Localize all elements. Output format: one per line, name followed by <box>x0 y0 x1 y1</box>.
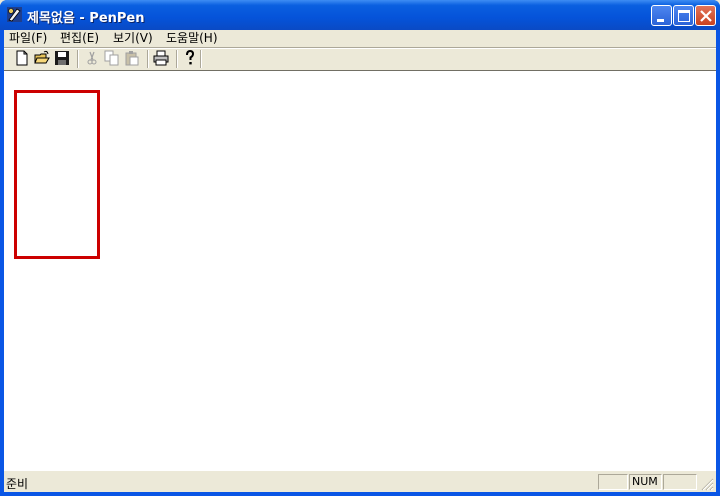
toolbar-separator <box>176 50 178 68</box>
copy-icon[interactable] <box>104 50 120 66</box>
window-title: 제목없음 - PenPen <box>27 11 145 26</box>
maximize-button[interactable] <box>673 5 694 26</box>
new-document-icon[interactable] <box>14 50 30 66</box>
drawing-canvas[interactable] <box>4 70 716 471</box>
menu-edit[interactable]: 편집(E) <box>60 30 99 46</box>
maximize-icon <box>678 10 690 22</box>
paste-icon[interactable] <box>124 50 140 66</box>
close-button[interactable] <box>695 5 716 26</box>
menu-help[interactable]: 도움말(H) <box>166 30 218 46</box>
toolbar <box>4 49 716 70</box>
cut-icon[interactable] <box>84 50 100 66</box>
menu-view[interactable]: 보기(V) <box>113 30 153 46</box>
help-icon[interactable] <box>182 50 198 66</box>
minimize-icon <box>657 19 664 22</box>
close-icon <box>700 10 712 22</box>
toolbar-separator <box>200 50 202 68</box>
app-window: 제목없음 - PenPen 파일(F) 편집(E) 보기(V) 도움말(H) 준… <box>0 0 720 496</box>
print-icon[interactable] <box>153 50 169 66</box>
status-bar: 준비 NUM <box>4 471 716 492</box>
open-folder-icon[interactable] <box>34 50 50 66</box>
title-bar[interactable]: 제목없음 - PenPen <box>0 0 720 30</box>
penpen-icon[interactable] <box>6 6 23 23</box>
resize-grip-icon[interactable] <box>701 478 714 491</box>
drawn-rectangle[interactable] <box>14 90 100 259</box>
minimize-button[interactable] <box>651 5 672 26</box>
status-num-indicator: NUM <box>629 474 662 490</box>
status-caps-indicator <box>598 474 628 490</box>
toolbar-separator <box>77 50 79 68</box>
window-body: 파일(F) 편집(E) 보기(V) 도움말(H) 준비 NUM <box>4 30 716 492</box>
menu-file[interactable]: 파일(F) <box>9 30 47 46</box>
status-text: 준비 <box>6 477 29 491</box>
toolbar-separator <box>147 50 149 68</box>
save-icon[interactable] <box>54 50 70 66</box>
menu-bar: 파일(F) 편집(E) 보기(V) 도움말(H) <box>4 30 716 46</box>
status-scroll-indicator <box>663 474 697 490</box>
